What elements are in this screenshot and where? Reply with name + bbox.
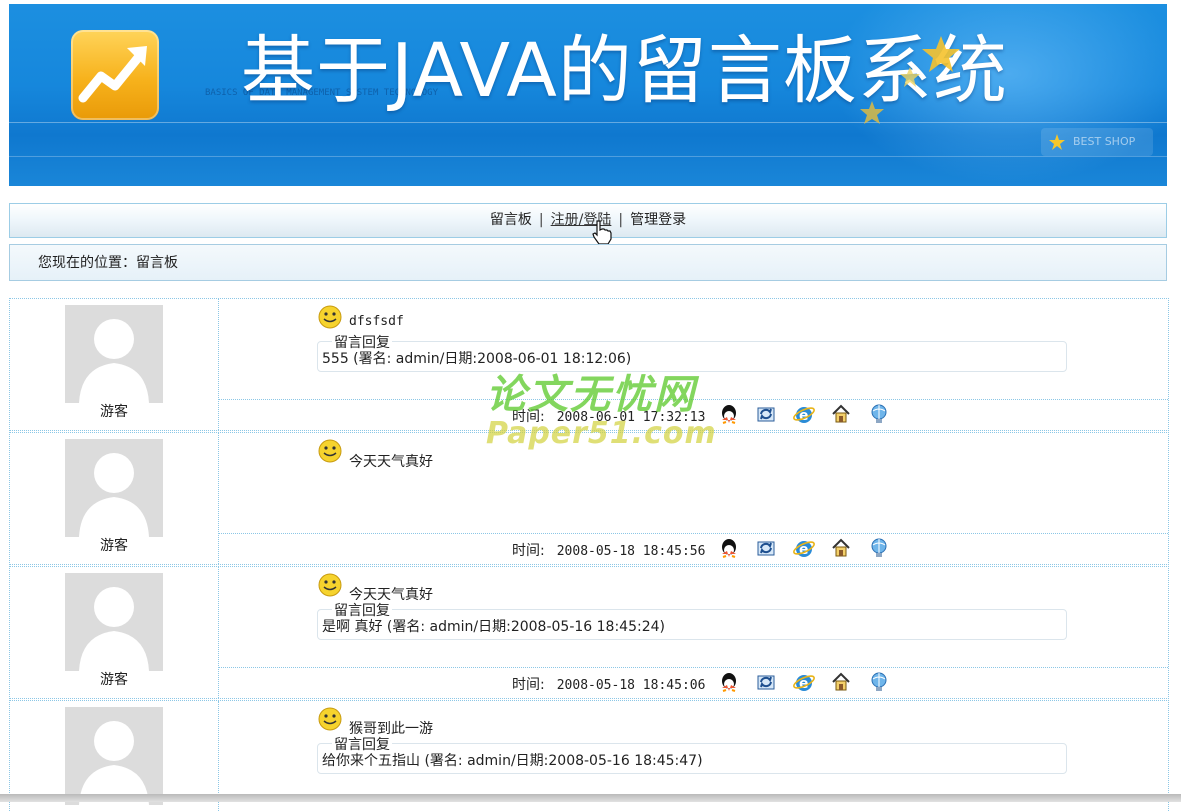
reply-text: 555 (署名: admin/日期:2008-06-01 18:12:06) — [322, 351, 632, 367]
best-shop-button[interactable]: BEST SHOP — [1041, 128, 1153, 156]
message-time-value: 2008-05-18 18:45:56 — [556, 544, 706, 559]
message-content: dfsfsdf 留言回复 555 (署名: admin/日期:2008-06-0… — [218, 299, 1168, 430]
message-content: 今天天气真好 留言回复 是啊 真好 (署名: admin/日期:2008-05-… — [218, 567, 1168, 698]
smiley-icon — [318, 707, 342, 731]
reply-text: 给你来个五指山 (署名: admin/日期:2008-05-16 18:45:4… — [322, 753, 703, 769]
qq-icon[interactable] — [718, 537, 744, 559]
best-shop-label: BEST SHOP — [1073, 135, 1136, 148]
username: 游客 — [100, 672, 128, 688]
message-item: 游客 今天天气真好 时间: 2008-05-18 18:45:56 e — [9, 432, 1169, 565]
chart-logo-icon — [71, 30, 159, 120]
message-content: 今天天气真好 时间: 2008-05-18 18:45:56 e — [218, 433, 1168, 564]
message-time: 时间: 2008-05-18 18:45:56 — [512, 543, 706, 559]
header-banner: BASICS OF DATA MANAGEMENT SYSTEM TECHNOL… — [9, 4, 1167, 186]
star-deco-icon — [860, 101, 884, 124]
message-actions: e — [718, 403, 901, 425]
qq-icon[interactable] — [718, 403, 744, 425]
avatar — [65, 305, 163, 403]
refresh-icon[interactable] — [755, 537, 781, 559]
message-actions: e — [718, 671, 901, 693]
username: 游客 — [100, 538, 128, 554]
globe-icon[interactable] — [868, 671, 894, 693]
smiley-icon — [318, 439, 342, 463]
message-author: 游客 — [10, 433, 219, 564]
avatar — [65, 439, 163, 537]
message-item: 游客 今天天气真好 留言回复 是啊 真好 (署名: admin/日期:2008-… — [9, 566, 1169, 699]
home-icon[interactable] — [830, 537, 856, 559]
hand-cursor-icon — [592, 220, 612, 245]
reply-box: 留言回复 给你来个五指山 (署名: admin/日期:2008-05-16 18… — [317, 734, 1067, 774]
reply-text: 是啊 真好 (署名: admin/日期:2008-05-16 18:45:24) — [322, 619, 665, 635]
message-title: dfsfsdf — [349, 314, 404, 329]
message-item: 游客 dfsfsdf 留言回复 555 (署名: admin/日期:2008-0… — [9, 298, 1169, 431]
home-icon[interactable] — [830, 671, 856, 693]
username: 游客 — [100, 404, 128, 420]
smiley-icon — [318, 573, 342, 597]
home-icon[interactable] — [830, 403, 856, 425]
window-bottom-edge — [0, 794, 1181, 802]
refresh-icon[interactable] — [755, 403, 781, 425]
qq-icon[interactable] — [718, 671, 744, 693]
message-time: 时间: 2008-06-01 17:32:13 — [512, 409, 706, 425]
avatar — [65, 573, 163, 671]
globe-icon[interactable] — [868, 403, 894, 425]
message-actions: e — [718, 537, 901, 559]
star-deco-icon — [922, 36, 960, 72]
reply-box: 留言回复 555 (署名: admin/日期:2008-06-01 18:12:… — [317, 332, 1067, 372]
reply-box: 留言回复 是啊 真好 (署名: admin/日期:2008-05-16 18:4… — [317, 600, 1067, 640]
message-author: 游客 — [10, 567, 219, 698]
refresh-icon[interactable] — [755, 671, 781, 693]
star-deco-icon — [900, 67, 920, 87]
smiley-icon — [318, 305, 342, 329]
message-time: 时间: 2008-05-18 18:45:06 — [512, 677, 706, 693]
breadcrumb-text: 您现在的位置：留言板 — [38, 255, 178, 271]
nav-guestbook[interactable]: 留言板 — [490, 212, 532, 228]
breadcrumb: 您现在的位置：留言板 — [9, 244, 1167, 281]
nav-admin-login[interactable]: 管理登录 — [630, 212, 686, 228]
message-author: 游客 — [10, 299, 219, 430]
message-time-value: 2008-05-18 18:45:06 — [556, 678, 706, 693]
ie-icon[interactable]: e — [792, 671, 819, 693]
main-nav: 留言板 | 注册/登陆 | 管理登录 — [9, 203, 1167, 238]
ie-icon[interactable]: e — [792, 537, 819, 559]
ie-icon[interactable]: e — [792, 403, 819, 425]
globe-icon[interactable] — [868, 537, 894, 559]
avatar — [65, 707, 163, 805]
star-icon — [1049, 134, 1065, 150]
banner-title: 基于JAVA的留言板系统 — [241, 28, 1008, 114]
message-time-value: 2008-06-01 17:32:13 — [556, 410, 706, 425]
message-title: 今天天气真好 — [349, 454, 433, 470]
